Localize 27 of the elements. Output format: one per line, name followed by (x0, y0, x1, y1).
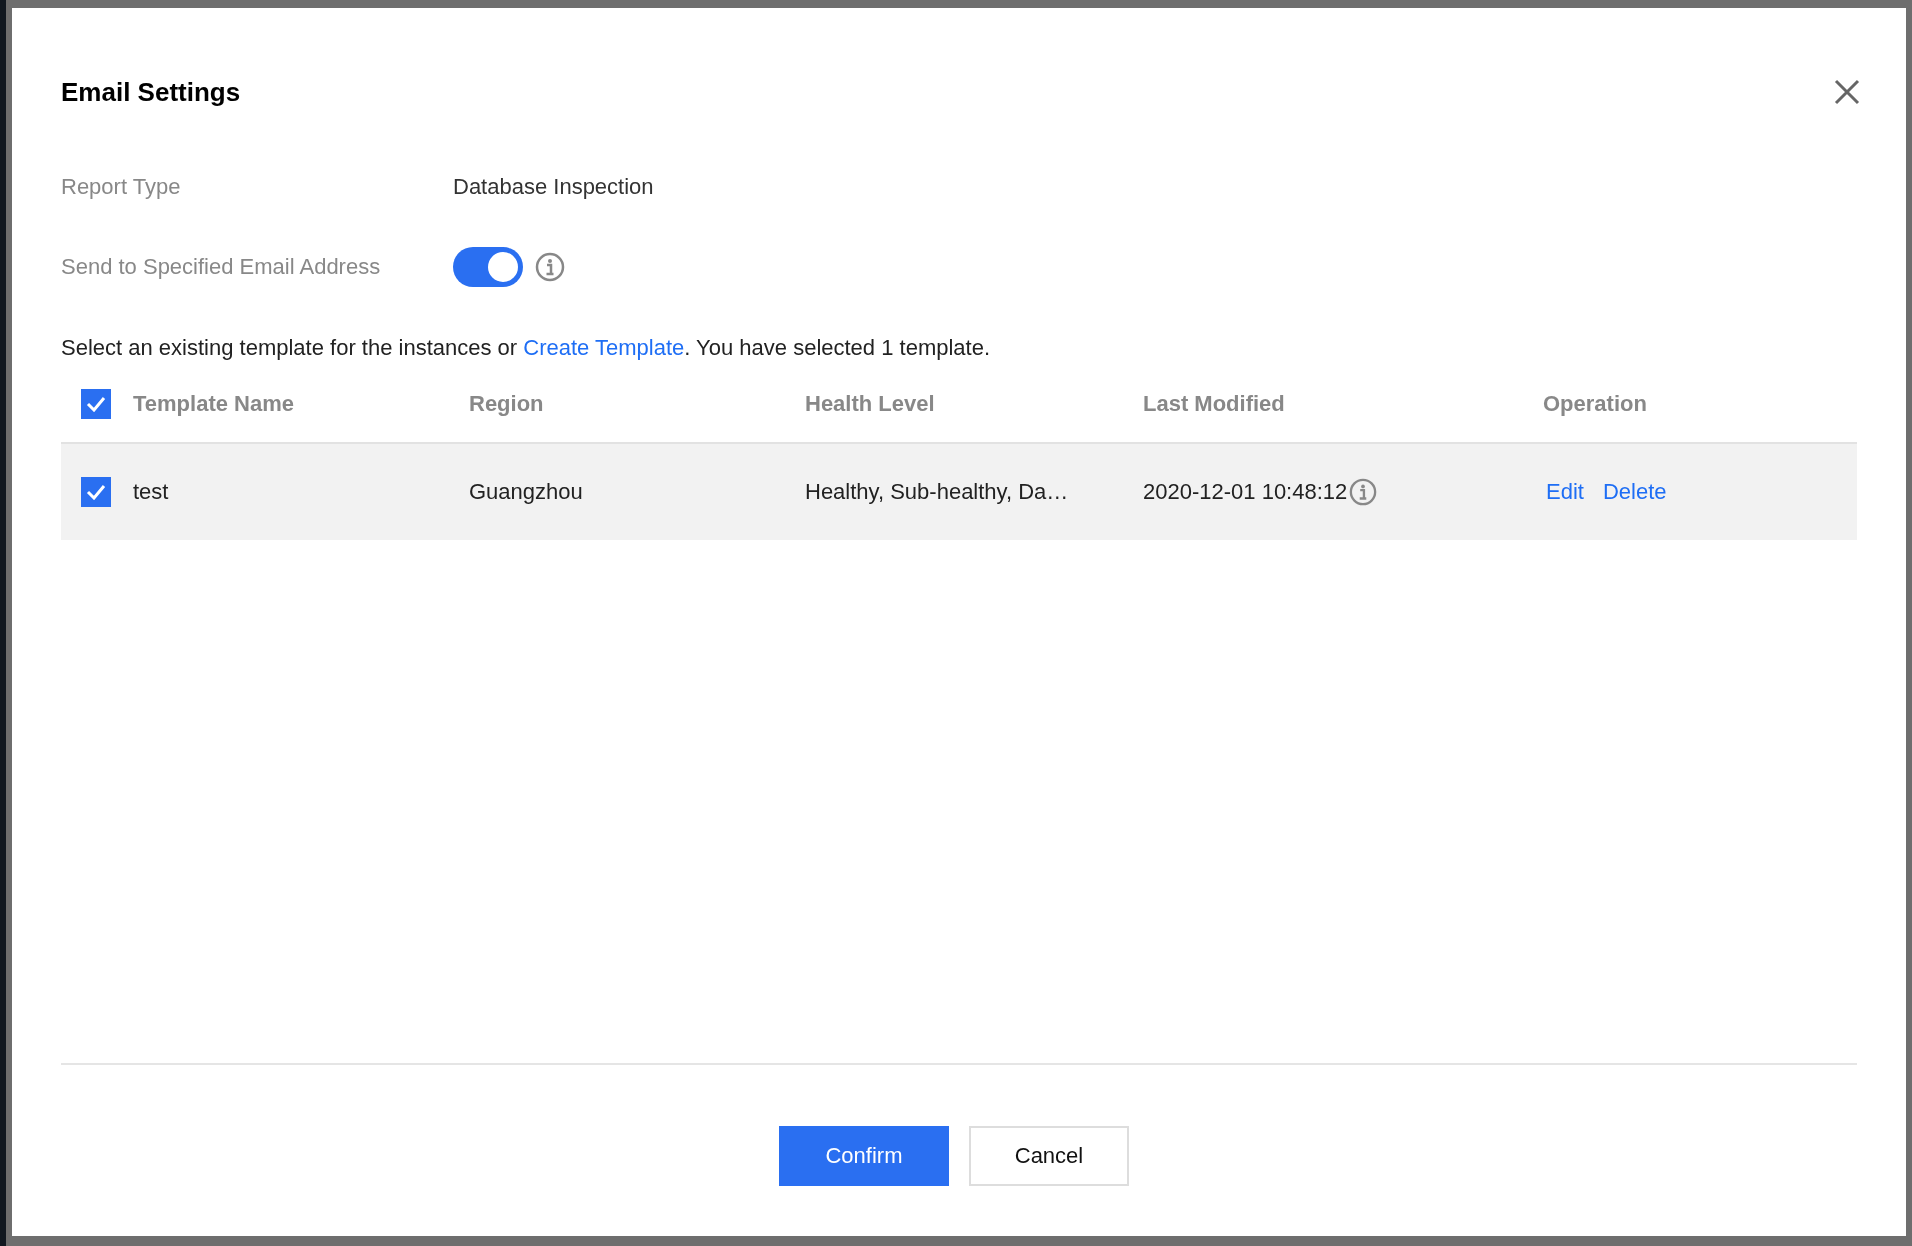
field-label: Report Type (61, 174, 182, 200)
check-icon (86, 484, 106, 500)
create-template-link[interactable]: Create Template (523, 335, 685, 360)
info-icon (535, 252, 565, 282)
close-icon[interactable] (1833, 78, 1861, 106)
table-cell: 2020-12-01 10:48:12 (1143, 479, 1348, 505)
info-icon (1349, 478, 1378, 506)
check-icon (86, 396, 106, 412)
column-header: Health Level (805, 391, 936, 417)
cancel-button[interactable]: Cancel (969, 1126, 1129, 1186)
dialog-title: Email Settings (61, 76, 241, 108)
field-value: Database Inspection (453, 174, 654, 200)
toggle-switch[interactable] (453, 247, 523, 287)
table-cell-text: Healthy, Sub-healthy, Da… (805, 479, 1070, 505)
intro-text: Select an existing template for the instances or Create Template. You have selected 1 template. (61, 334, 992, 362)
table-cell-text: test (133, 479, 170, 505)
action-link[interactable]: Delete (1602, 479, 1667, 505)
row-checkbox[interactable] (81, 477, 111, 507)
column-header: Template Name (133, 391, 295, 417)
column-header: Region (469, 391, 545, 417)
action-link[interactable]: Edit (1546, 479, 1584, 505)
field-label: Send to Specified Email Address (61, 254, 382, 280)
select-all-checkbox[interactable] (81, 389, 111, 419)
confirm-button[interactable]: Confirm (779, 1126, 949, 1186)
column-header: Operation (1543, 391, 1648, 417)
column-header: Last Modified (1143, 391, 1286, 417)
table-cell-text: Guangzhou (469, 479, 584, 505)
